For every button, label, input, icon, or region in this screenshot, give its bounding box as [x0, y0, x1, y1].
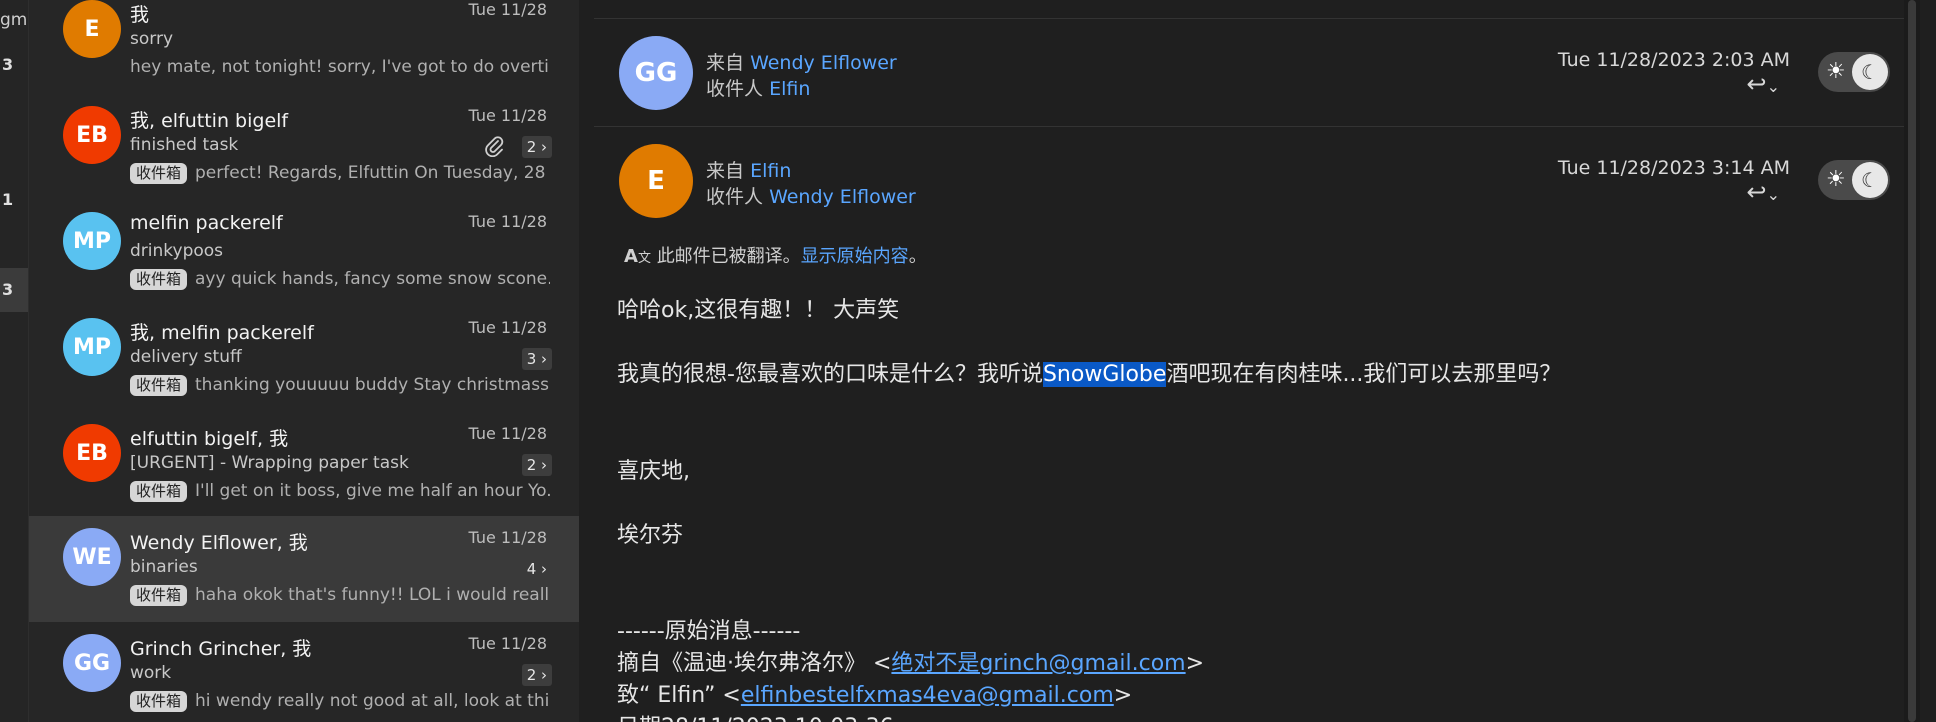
- from-line: 来自 Wendy Elflower: [706, 52, 897, 74]
- list-item[interactable]: EB 我, elfuttin bigelf Tue 11/28 finished…: [29, 98, 579, 204]
- folder-badge: 收件箱: [130, 163, 188, 184]
- avatar: MP: [63, 318, 121, 376]
- original-message-header: ------原始消息------: [617, 619, 801, 644]
- message-preview: 收件箱 haha okok that's funny!! LOL i would …: [130, 585, 550, 606]
- thread-count[interactable]: 2 ›: [521, 136, 552, 158]
- message-date: Tue 11/28: [468, 528, 547, 547]
- message-preview: 收件箱 hi wendy really not good at all, look…: [130, 691, 550, 712]
- sender-name: melfin packerelf: [130, 212, 283, 234]
- avatar: MP: [63, 212, 121, 270]
- body-signoff: 喜庆地,: [617, 459, 690, 484]
- message-date: Tue 11/28: [468, 424, 547, 443]
- message-preview: hey mate, not tonight! sorry, I've got t…: [130, 57, 550, 77]
- thread-count[interactable]: 2 ›: [521, 664, 552, 686]
- theme-toggle[interactable]: ☀ ☾: [1818, 52, 1890, 92]
- original-from: 摘自《温迪·埃尔弗洛尔》 <绝对不是grinch@gmail.com>: [617, 651, 1205, 676]
- message-subject: sorry: [130, 29, 173, 49]
- sender-name: 我, elfuttin bigelf: [130, 110, 289, 132]
- avatar: GG: [619, 36, 693, 110]
- from-name[interactable]: Elfin: [750, 160, 791, 182]
- list-item[interactable]: GG Grinch Grincher, 我 Tue 11/28 work 2 ›…: [29, 626, 579, 722]
- folder-count[interactable]: 1: [2, 190, 26, 209]
- avatar: EB: [63, 106, 121, 164]
- to-line: 收件人 Wendy Elflower: [706, 186, 916, 208]
- message-subject: binaries: [130, 557, 198, 577]
- folder-badge: 收件箱: [130, 691, 188, 712]
- to-name[interactable]: Wendy Elflower: [769, 186, 916, 208]
- avatar: E: [63, 0, 121, 58]
- avatar: GG: [63, 634, 121, 692]
- message-preview: 收件箱 perfect! Regards, Elfuttin On Tuesday…: [130, 163, 550, 184]
- list-item[interactable]: MP melfin packerelf Tue 11/28 drinkypoos…: [29, 204, 579, 310]
- account-rail: gma 3 1 3: [0, 0, 29, 722]
- thread-count[interactable]: 2 ›: [521, 454, 552, 476]
- reply-icon[interactable]: ↩⌄: [1746, 70, 1780, 98]
- folder-badge: 收件箱: [130, 269, 188, 290]
- list-item[interactable]: E 我 Tue 11/28 sorry hey mate, not tonigh…: [29, 0, 579, 98]
- thread-count[interactable]: 4 ›: [522, 558, 552, 580]
- message-list: E 我 Tue 11/28 sorry hey mate, not tonigh…: [29, 0, 579, 722]
- paperclip-icon: [484, 135, 504, 162]
- translate-icon: A: [624, 246, 638, 267]
- avatar: E: [619, 144, 693, 218]
- message-date: Tue 11/28/2023 2:03 AM: [1557, 49, 1790, 71]
- from-email-link[interactable]: 绝对不是grinch@gmail.com: [891, 651, 1185, 676]
- list-item[interactable]: EB elfuttin bigelf, 我 Tue 11/28 [URGENT]…: [29, 416, 579, 522]
- message-date: Tue 11/28: [468, 212, 547, 231]
- thread-count[interactable]: 3 ›: [521, 348, 552, 370]
- theme-toggle[interactable]: ☀ ☾: [1818, 160, 1890, 200]
- folder-count[interactable]: 3: [2, 55, 26, 74]
- message-preview: 收件箱 I'll get on it boss, give me half an …: [130, 481, 550, 502]
- folder-count-selected[interactable]: 3: [0, 268, 28, 312]
- reply-icon[interactable]: ↩⌄: [1746, 178, 1780, 206]
- body-line: 哈哈ok,这很有趣！！ 大声笑: [617, 298, 900, 323]
- message-subject: delivery stuff: [130, 347, 242, 367]
- message-preview: 收件箱 ayy quick hands, fancy some snow scon…: [130, 269, 550, 290]
- folder-badge: 收件箱: [130, 481, 188, 502]
- moon-icon: ☾: [1852, 162, 1888, 198]
- to-name[interactable]: Elfin: [769, 78, 810, 100]
- from-name[interactable]: Wendy Elflower: [750, 52, 897, 74]
- body-line: 我真的很想-您最喜欢的口味是什么？我听说SnowGlobe酒吧现在有肉桂味...…: [617, 362, 1562, 387]
- sun-icon: ☀: [1826, 167, 1846, 192]
- message-subject: work: [130, 663, 172, 683]
- message-date: Tue 11/28/2023 3:14 AM: [1557, 157, 1790, 179]
- account-label[interactable]: gma: [0, 10, 28, 30]
- sender-name: Wendy Elflower, 我: [130, 532, 308, 554]
- message-date: Tue 11/28: [468, 0, 547, 19]
- moon-icon: ☾: [1852, 54, 1888, 90]
- divider: [594, 18, 1920, 19]
- body-signature: 埃尔芬: [617, 523, 684, 548]
- sender-name: elfuttin bigelf, 我: [130, 428, 289, 450]
- folder-badge: 收件箱: [130, 375, 188, 396]
- original-to: 致“ Elfin” <elfinbestelfxmas4eva@gmail.co…: [617, 683, 1133, 708]
- to-line: 收件人 Elfin: [706, 78, 811, 100]
- avatar: WE: [63, 528, 121, 586]
- list-item[interactable]: MP 我, melfin packerelf Tue 11/28 deliver…: [29, 310, 579, 416]
- message-date: Tue 11/28: [468, 634, 547, 653]
- sender-name: Grinch Grincher, 我: [130, 638, 312, 660]
- sun-icon: ☀: [1826, 59, 1846, 84]
- scrollbar-thumb[interactable]: [1908, 0, 1916, 722]
- message-preview: 收件箱 thanking youuuuu buddy Stay christmas…: [130, 375, 550, 396]
- divider: [594, 126, 1920, 127]
- scrollbar[interactable]: [1904, 0, 1920, 722]
- reading-pane: GG 来自 Wendy Elflower 收件人 Elfin Tue 11/28…: [594, 0, 1920, 722]
- message-date: Tue 11/28: [468, 318, 547, 337]
- selected-text[interactable]: SnowGlobe: [1042, 362, 1167, 387]
- avatar: EB: [63, 424, 121, 482]
- to-email-link[interactable]: elfinbestelfxmas4eva@gmail.com: [741, 683, 1114, 708]
- message-subject: drinkypoos: [130, 241, 224, 261]
- from-line: 来自 Elfin: [706, 160, 792, 182]
- message-subject: [URGENT] - Wrapping paper task: [130, 453, 409, 473]
- message-subject: finished task: [130, 135, 239, 155]
- sender-name: 我, melfin packerelf: [130, 322, 314, 344]
- folder-badge: 收件箱: [130, 585, 188, 606]
- translation-notice: A文 此邮件已被翻译。显示原始内容。: [624, 246, 927, 267]
- show-original-link[interactable]: 显示原始内容: [801, 246, 909, 267]
- sender-name: 我: [130, 4, 150, 26]
- message-date: Tue 11/28: [468, 106, 547, 125]
- original-date: 日期28/11/2023 10:03:36: [617, 709, 894, 722]
- list-item-selected[interactable]: WE Wendy Elflower, 我 Tue 11/28 binaries …: [29, 516, 579, 622]
